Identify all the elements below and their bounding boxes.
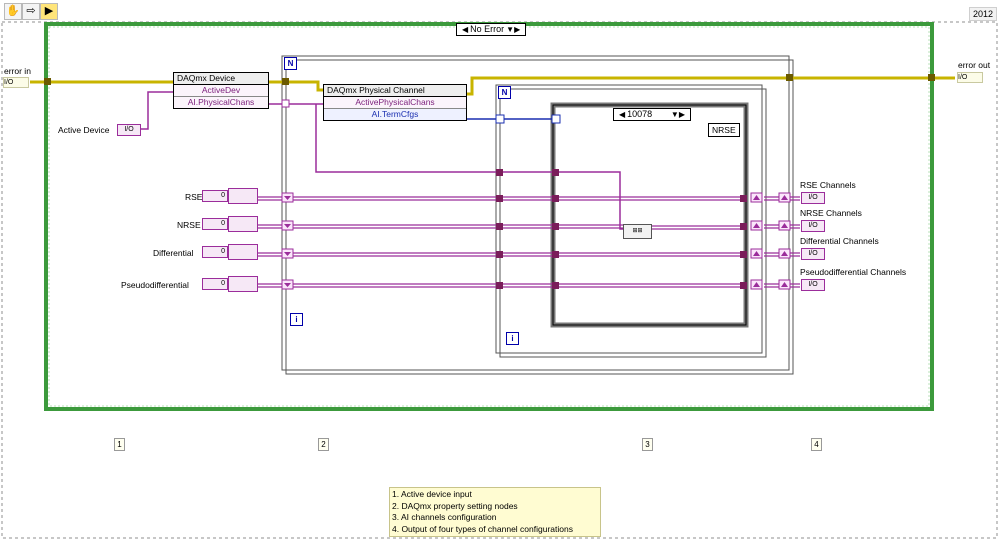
daqmx-channel-prop-in[interactable]: ActivePhysicalChans <box>324 97 466 109</box>
input-nrse-value[interactable]: 0 <box>202 218 228 230</box>
callout-3: 3 <box>642 438 653 451</box>
output-nrse-label: NRSE Channels <box>800 208 862 218</box>
input-differential-array[interactable] <box>228 244 258 260</box>
daqmx-channel-prop-out[interactable]: AI.TermCfgs <box>324 109 466 120</box>
output-differential-glyph: I/O <box>808 250 818 257</box>
error-in-label: error in <box>4 66 31 76</box>
error-out-label: error out <box>958 60 991 70</box>
active-device-glyph: I/O <box>124 126 134 133</box>
legend-item: 3. AI channels configuration <box>392 512 497 522</box>
legend-item: 1. Active device input <box>392 489 472 499</box>
error-in-glyph: I/O <box>4 79 14 86</box>
input-pseudodifferential-value[interactable]: 0 <box>202 278 228 290</box>
daqmx-device-prop-in[interactable]: ActiveDev <box>174 85 268 97</box>
output-nrse-glyph: I/O <box>808 222 818 229</box>
daqmx-channel-node[interactable]: DAQmx Physical Channel ActivePhysicalCha… <box>323 84 467 121</box>
output-differential-terminal[interactable]: I/O <box>801 248 825 260</box>
error-in-terminal[interactable]: I/O <box>3 77 29 88</box>
callout-1: 1 <box>114 438 125 451</box>
output-rse-terminal[interactable]: I/O <box>801 192 825 204</box>
input-nrse-array[interactable] <box>228 216 258 232</box>
inner-loop-iteration-terminal: i <box>506 332 519 345</box>
output-rse-label: RSE Channels <box>800 180 856 190</box>
output-nrse-terminal[interactable]: I/O <box>801 220 825 232</box>
output-pseudodifferential-glyph: I/O <box>808 281 818 288</box>
legend-box: 1. Active device input 2. DAQmx property… <box>389 487 601 537</box>
input-nrse-label: NRSE <box>177 220 201 230</box>
output-pseudodifferential-label: Pseudodifferential Channels <box>800 267 907 277</box>
input-differential-value[interactable]: 0 <box>202 246 228 258</box>
active-device-label: Active Device <box>58 125 110 135</box>
outer-loop-count-terminal[interactable]: N <box>284 57 297 70</box>
active-device-terminal[interactable]: I/O <box>117 124 141 136</box>
build-array-node[interactable]: ⊞⊞ <box>623 224 652 239</box>
output-rse-glyph: I/O <box>808 194 818 201</box>
callout-2: 2 <box>318 438 329 451</box>
daqmx-device-prop-out[interactable]: AI.PhysicalChans <box>174 97 268 108</box>
output-pseudodifferential-terminal[interactable]: I/O <box>801 279 825 291</box>
legend-item: 2. DAQmx property setting nodes <box>392 500 518 511</box>
error-out-terminal[interactable]: I/O <box>957 72 983 83</box>
daqmx-channel-title: DAQmx Physical Channel <box>324 85 466 97</box>
input-rse-array[interactable] <box>228 188 258 204</box>
error-case-selector[interactable]: ◀ No Error ▼▶ <box>456 23 527 36</box>
inner-case-label: NRSE <box>708 123 740 137</box>
input-rse-label: RSE <box>185 192 203 202</box>
error-out-glyph: I/O <box>958 74 968 81</box>
inner-case-value: 10078 <box>627 109 653 119</box>
output-differential-label: Differential Channels <box>800 236 879 246</box>
inner-loop-count-terminal[interactable]: N <box>498 86 511 99</box>
outer-loop-iteration-terminal: i <box>290 313 303 326</box>
daqmx-device-node[interactable]: DAQmx Device ActiveDev AI.PhysicalChans <box>173 72 269 109</box>
daqmx-device-title: DAQmx Device <box>174 73 268 85</box>
input-pseudodifferential-array[interactable] <box>228 276 258 292</box>
input-pseudodifferential-label: Pseudodifferential <box>121 280 189 290</box>
input-rse-value[interactable]: 0 <box>202 190 228 202</box>
callout-4: 4 <box>811 438 822 451</box>
error-case-label: No Error <box>470 24 505 34</box>
input-differential-label: Differential <box>153 248 194 258</box>
legend-item: 4. Output of four types of channel confi… <box>392 523 573 534</box>
inner-case-selector[interactable]: ◀ 10078 ▼▶ <box>613 108 691 121</box>
